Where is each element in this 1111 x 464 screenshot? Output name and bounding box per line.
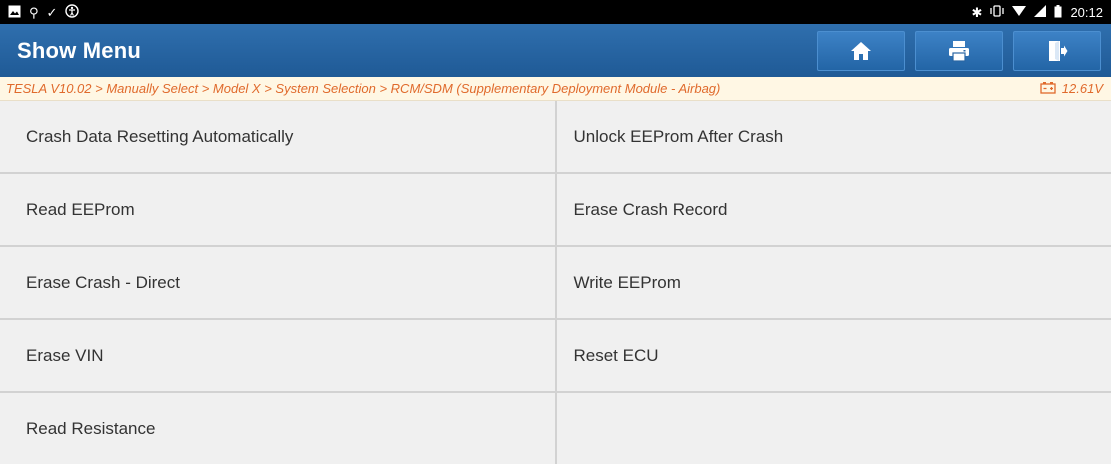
menu-item-unlock-eeprom[interactable]: Unlock EEProm After Crash <box>557 101 1111 172</box>
breadcrumb: TESLA V10.02 > Manually Select > Model X… <box>0 77 1111 101</box>
page-title: Show Menu <box>17 38 141 64</box>
check-icon: ✓ <box>47 6 58 19</box>
status-bar-left: ⚲ ✓ <box>8 4 79 20</box>
wifi-icon <box>1012 5 1026 19</box>
menu-item-erase-crash-direct[interactable]: Erase Crash - Direct <box>0 247 555 318</box>
menu-item-reset-ecu[interactable]: Reset ECU <box>557 320 1111 391</box>
status-bar: ⚲ ✓ ✱ 20:12 <box>0 0 1111 24</box>
home-button[interactable] <box>817 31 905 71</box>
vibrate-icon <box>990 5 1004 19</box>
toolbar <box>817 31 1111 71</box>
title-bar: Show Menu <box>0 24 1111 77</box>
print-button[interactable] <box>915 31 1003 71</box>
bluetooth-icon: ✱ <box>972 6 983 19</box>
menu-item-read-eeprom[interactable]: Read EEProm <box>0 174 555 245</box>
exit-button[interactable] <box>1013 31 1101 71</box>
menu-item-erase-crash-record[interactable]: Erase Crash Record <box>557 174 1111 245</box>
voltage-value: 12.61V <box>1062 81 1103 96</box>
image-icon <box>8 5 21 20</box>
battery-voltage: 12.61V <box>1040 81 1103 97</box>
menu-item-read-resistance[interactable]: Read Resistance <box>0 393 555 464</box>
breadcrumb-path: TESLA V10.02 > Manually Select > Model X… <box>6 81 720 96</box>
print-icon <box>948 40 970 62</box>
menu-item-erase-vin[interactable]: Erase VIN <box>0 320 555 391</box>
status-time: 20:12 <box>1070 5 1103 20</box>
menu-item-crash-data-resetting[interactable]: Crash Data Resetting Automatically <box>0 101 555 172</box>
exit-icon <box>1046 40 1068 62</box>
menu-item-empty <box>557 393 1111 464</box>
menu-grid: Crash Data Resetting Automatically Unloc… <box>0 101 1111 464</box>
accessibility-icon <box>65 4 79 20</box>
car-battery-icon <box>1040 81 1056 97</box>
usb-icon: ⚲ <box>29 6 39 19</box>
menu-item-write-eeprom[interactable]: Write EEProm <box>557 247 1111 318</box>
signal-icon <box>1034 5 1046 19</box>
home-icon <box>850 40 872 62</box>
battery-icon <box>1054 5 1062 20</box>
status-bar-right: ✱ 20:12 <box>972 5 1103 20</box>
